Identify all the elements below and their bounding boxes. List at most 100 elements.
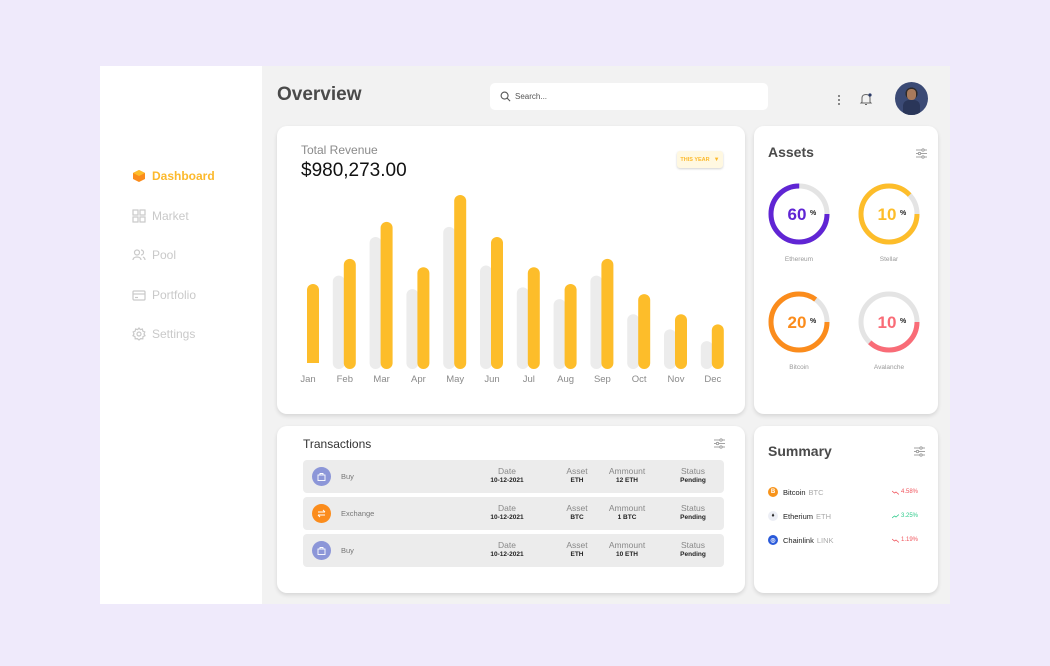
bag-icon (312, 467, 331, 486)
summary-title: Summary (768, 443, 832, 459)
transaction-amount: Ammount 12 ETH (597, 466, 657, 484)
page-title: Overview (277, 84, 362, 105)
column-value: 12 ETH (615, 477, 639, 484)
exchange-icon (312, 504, 331, 523)
sidebar-item-portfolio[interactable]: Portfolio (132, 285, 215, 305)
search-icon (500, 91, 511, 102)
search-box[interactable] (490, 83, 768, 110)
asset-ring-avalanche[interactable]: 10 % Avalanche (854, 289, 924, 371)
column-header: Ammount (608, 503, 646, 513)
transaction-amount: Ammount 10 ETH (597, 540, 657, 558)
transaction-type: Exchange (341, 509, 375, 518)
transaction-date: Date 10-12-2021 (477, 503, 537, 521)
sidebar-nav: Dashboard Market Pool Portfolio Settings (132, 166, 215, 364)
column-value: 1 BTC (617, 514, 637, 521)
trend-up-icon (891, 513, 899, 518)
filter-icon[interactable] (916, 148, 927, 159)
column-header: Date (498, 503, 516, 513)
column-value: Pending (680, 551, 706, 558)
bar-current-dec (711, 324, 724, 369)
bar-previous-nov (664, 329, 676, 369)
transaction-status: Status Pending (663, 540, 723, 558)
bar-previous-apr (406, 289, 419, 369)
app-window: Dashboard Market Pool Portfolio Settings… (100, 66, 950, 604)
ring-percent: 20 (788, 313, 807, 332)
bar-previous-mar (369, 237, 382, 369)
users-icon (132, 249, 146, 261)
trend-down-icon (891, 538, 899, 543)
donut-ring: 10 % (858, 183, 920, 245)
price-change: 4.58% (891, 489, 918, 495)
bag-icon (312, 541, 331, 560)
bar-previous-dec (700, 341, 713, 369)
donut-ring: 20 % (768, 291, 830, 353)
column-value: 10-12-2021 (490, 477, 524, 484)
bar-current-sep (601, 258, 614, 369)
sidebar: Dashboard Market Pool Portfolio Settings (100, 66, 262, 604)
x-tick-label: Nov (668, 374, 685, 385)
etherium-coin-icon: ♦ (768, 511, 778, 521)
chainlink-coin-icon: ◎ (768, 535, 778, 545)
price-change: 1.19% (891, 537, 918, 543)
x-tick-label: Apr (411, 374, 426, 385)
sidebar-item-label: Settings (152, 327, 196, 341)
coin-name: Bitcoin (783, 487, 806, 497)
filter-icon[interactable] (714, 438, 725, 449)
bar-previous-may (443, 226, 456, 369)
change-value: 3.25% (900, 513, 918, 519)
user-avatar[interactable] (895, 82, 928, 115)
summary-item[interactable]: B Bitcoin BTC 4.58% (768, 487, 918, 497)
x-tick-label: Mar (373, 374, 389, 385)
asset-ring-ethereum[interactable]: 60 % Ethereum (764, 181, 834, 263)
column-header: Status (680, 466, 706, 476)
bar-current-feb (343, 258, 356, 369)
sidebar-item-dashboard[interactable]: Dashboard (132, 166, 215, 186)
asset-ring-bitcoin[interactable]: 20 % Bitcoin (764, 289, 834, 371)
price-change: 3.25% (891, 513, 918, 519)
ring-percent: 60 (788, 205, 807, 224)
transaction-date: Date 10-12-2021 (477, 540, 537, 558)
sidebar-item-label: Portfolio (152, 287, 197, 302)
transaction-status: Status Pending (663, 466, 723, 484)
column-value: Pending (680, 514, 706, 521)
transaction-row[interactable]: Buy Date 10-12-2021 Asset ETH Ammount 12… (303, 460, 724, 493)
ring-percent: 10 (878, 313, 897, 332)
more-options-icon[interactable] (834, 93, 844, 107)
asset-ring-stellar[interactable]: 10 % Stellar (854, 181, 924, 263)
column-header: Status (680, 503, 706, 513)
revenue-card: Total Revenue $980,273.00 THIS YEAR ▼ Jan… (277, 126, 745, 414)
asset-name: Ethereum (784, 256, 814, 263)
x-tick-label: Feb (337, 374, 353, 385)
transaction-row[interactable]: Exchange Date 10-12-2021 Asset BTC Ammou… (303, 497, 724, 530)
asset-name: Stellar (879, 256, 899, 263)
bar-current-aug (564, 284, 577, 369)
bar-previous-sep (590, 275, 603, 369)
x-tick-label: Jun (484, 374, 499, 385)
assets-card: Assets 60 % Ethereum 10 % Stellar 20 % B… (754, 126, 938, 414)
bitcoin-coin-icon: B (768, 487, 778, 497)
bar-previous-feb (332, 275, 345, 369)
sidebar-item-label: Dashboard (152, 169, 215, 183)
bar-previous-aug (553, 299, 566, 369)
search-input[interactable] (515, 92, 755, 101)
column-header: Status (680, 540, 706, 550)
cube-icon (133, 170, 145, 182)
transaction-type: Buy (341, 546, 354, 555)
sidebar-item-label: Market (152, 208, 189, 223)
sidebar-item-market[interactable]: Market (132, 206, 215, 226)
x-tick-label: Jul (523, 374, 535, 385)
transaction-row[interactable]: Buy Date 10-12-2021 Asset ETH Ammount 10… (303, 534, 724, 567)
sidebar-item-label: Pool (152, 248, 177, 262)
card-icon (132, 289, 146, 301)
summary-item[interactable]: ◎ Chainlink LINK 1.19% (768, 535, 918, 545)
transaction-amount: Ammount 1 BTC (597, 503, 657, 521)
coin-symbol: ETH (816, 511, 832, 521)
revenue-chart: Jan Feb Mar Apr May Jun Jul Aug Sep Oct Nov Dec (277, 195, 745, 385)
bell-icon[interactable] (859, 92, 873, 106)
summary-item[interactable]: ♦ Etherium ETH 3.25% (768, 511, 918, 521)
percent-sign: % (900, 210, 907, 217)
filter-icon[interactable] (914, 446, 925, 457)
coin-name: Chainlink (783, 535, 814, 545)
sidebar-item-settings[interactable]: Settings (132, 324, 215, 344)
sidebar-item-pool[interactable]: Pool (132, 245, 215, 265)
